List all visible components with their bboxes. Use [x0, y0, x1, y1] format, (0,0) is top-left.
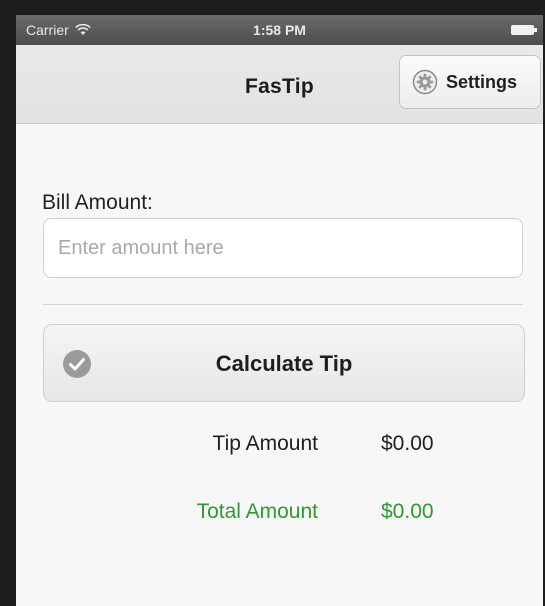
total-amount-label: Total Amount — [196, 500, 318, 523]
calculate-tip-button[interactable]: Calculate Tip — [43, 324, 525, 402]
bill-amount-input[interactable] — [43, 218, 523, 278]
settings-button[interactable]: Settings — [399, 55, 541, 109]
gear-icon — [412, 69, 438, 95]
main-content: Bill Amount: Calculate Tip Tip Amount $0… — [16, 124, 543, 606]
tip-amount-label: Tip Amount — [212, 432, 318, 455]
calculate-tip-label: Calculate Tip — [215, 351, 353, 376]
divider — [43, 304, 523, 305]
total-amount-value: $0.00 — [381, 500, 434, 523]
status-time: 1:58 PM — [253, 22, 306, 38]
navigation-bar: FasTip Settings — [16, 45, 543, 124]
battery-icon — [511, 25, 537, 35]
status-bar: Carrier 1:58 PM — [16, 15, 543, 45]
total-amount-row: Total Amount $0.00 — [16, 500, 543, 530]
settings-label: Settings — [446, 71, 518, 92]
bill-amount-label: Bill Amount: — [42, 191, 153, 214]
phone-screen: Carrier 1:58 PM FasTip Settings Bill Amo… — [16, 15, 543, 606]
tip-amount-value: $0.00 — [381, 432, 434, 455]
tip-amount-row: Tip Amount $0.00 — [16, 432, 543, 462]
